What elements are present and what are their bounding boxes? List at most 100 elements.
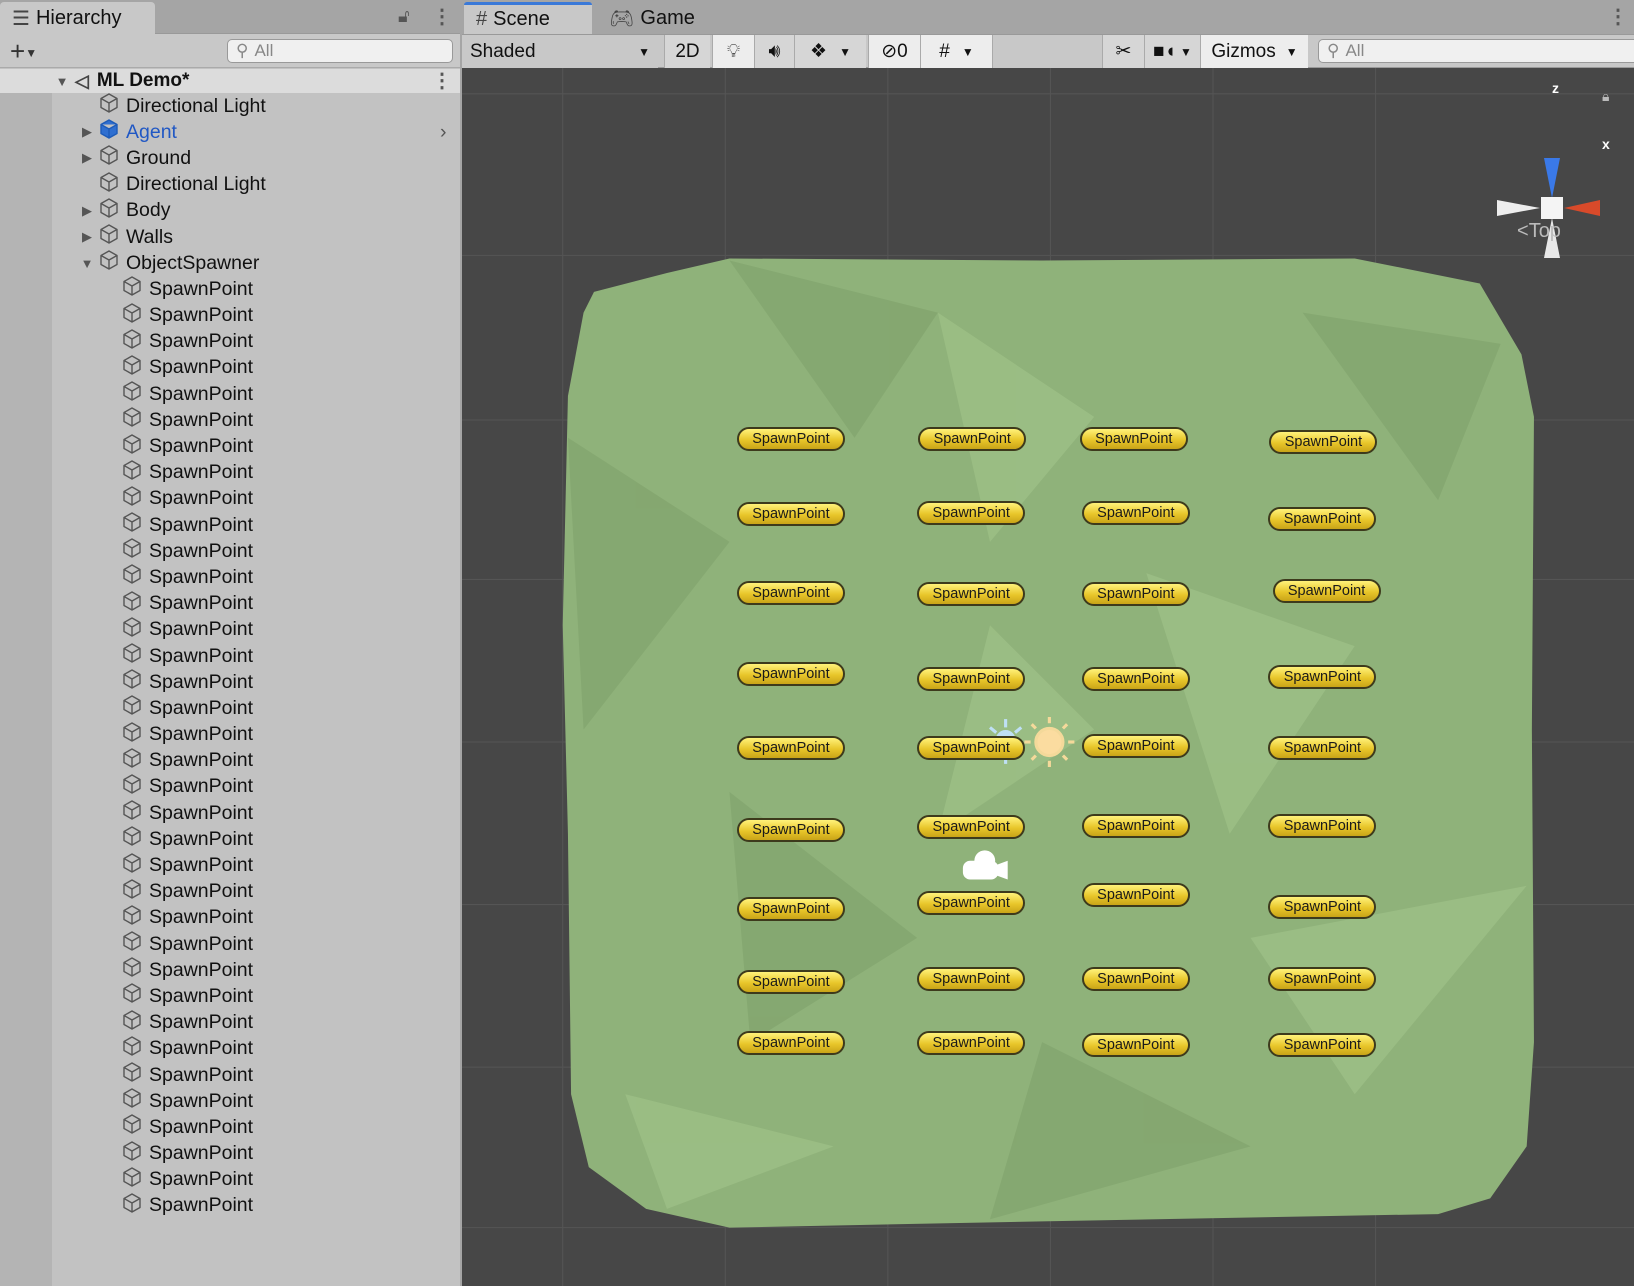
hierarchy-item-spawnpoint[interactable]: SpawnPoint [0, 669, 460, 695]
toggle-2d-button[interactable]: 2D [664, 35, 710, 68]
spawn-point-label[interactable]: SpawnPoint [1268, 665, 1377, 690]
spawn-point-label[interactable]: SpawnPoint [1268, 966, 1377, 991]
spawn-point-label[interactable]: SpawnPoint [917, 966, 1026, 991]
add-object-button[interactable]: +▼ [10, 36, 37, 67]
hierarchy-item-spawnpoint[interactable]: SpawnPoint [0, 460, 460, 486]
hierarchy-item-spawnpoint[interactable]: SpawnPoint [0, 879, 460, 905]
scene-more-menu-icon[interactable]: ⋮ [1608, 4, 1628, 29]
expand-arrow-icon[interactable]: ▼ [55, 74, 69, 89]
tab-game[interactable]: 🎮︎ Game [597, 2, 707, 34]
spawn-point-label[interactable]: SpawnPoint [1081, 581, 1190, 606]
hierarchy-item-spawnpoint[interactable]: SpawnPoint [0, 486, 460, 512]
spawn-point-label[interactable]: SpawnPoint [917, 736, 1026, 761]
spawn-point-label[interactable]: SpawnPoint [1081, 883, 1190, 908]
spawn-point-label[interactable]: SpawnPoint [917, 667, 1026, 692]
spawn-point-label[interactable]: SpawnPoint [917, 500, 1026, 525]
hierarchy-item-spawnpoint[interactable]: SpawnPoint [0, 1036, 460, 1062]
hierarchy-item-spawnpoint[interactable]: SpawnPoint [0, 983, 460, 1009]
chevron-right-icon[interactable]: › [440, 121, 447, 144]
hierarchy-item-spawnpoint[interactable]: SpawnPoint [0, 1193, 460, 1219]
spawn-point-label[interactable]: SpawnPoint [918, 426, 1027, 451]
hierarchy-item-spawnpoint[interactable]: SpawnPoint [0, 1114, 460, 1140]
lock-icon[interactable]: 🔓︎ [398, 6, 410, 27]
hierarchy-item-spawnpoint[interactable]: SpawnPoint [0, 931, 460, 957]
hierarchy-item-spawnpoint[interactable]: SpawnPoint [0, 721, 460, 748]
spawn-point-label[interactable]: SpawnPoint [917, 1031, 1026, 1056]
scene-menu-icon[interactable]: ⋮ [432, 68, 452, 93]
spawn-point-label[interactable]: SpawnPoint [736, 426, 845, 451]
spawn-point-label[interactable]: SpawnPoint [1268, 736, 1377, 761]
hierarchy-item-spawnpoint[interactable]: SpawnPoint [0, 774, 460, 800]
hierarchy-item[interactable]: ▼ ObjectSpawner [0, 250, 460, 276]
hierarchy-item-spawnpoint[interactable]: SpawnPoint [0, 355, 460, 381]
hierarchy-item-spawnpoint[interactable]: SpawnPoint [0, 748, 460, 774]
hierarchy-item-spawnpoint[interactable]: SpawnPoint [0, 276, 460, 302]
hierarchy-item[interactable]: ▶ Ground [0, 145, 460, 171]
spawn-point-label[interactable]: SpawnPoint [736, 817, 845, 842]
gizmo-lock-icon[interactable]: 🔒︎ [1602, 88, 1609, 105]
tab-scene[interactable]: # Scene [464, 2, 592, 34]
gizmos-dropdown[interactable]: Gizmos ▼ [1200, 35, 1308, 68]
hierarchy-search-input[interactable]: ⚲ All [227, 39, 453, 63]
spawn-point-label[interactable]: SpawnPoint [1268, 506, 1377, 531]
more-menu-icon[interactable]: ⋮ [432, 4, 452, 29]
spawn-point-label[interactable]: SpawnPoint [1081, 814, 1190, 839]
hierarchy-item[interactable]: Directional Light [0, 93, 460, 119]
hierarchy-item[interactable]: ▶ Walls [0, 224, 460, 250]
spawn-point-label[interactable]: SpawnPoint [1081, 1033, 1190, 1058]
camera-dropdown[interactable]: ■◖ ▼ [1144, 35, 1200, 68]
spawn-point-label[interactable]: SpawnPoint [1269, 429, 1378, 454]
hierarchy-item-spawnpoint[interactable]: SpawnPoint [0, 381, 460, 407]
spawn-point-label[interactable]: SpawnPoint [736, 501, 845, 526]
hierarchy-item-spawnpoint[interactable]: SpawnPoint [0, 1088, 460, 1114]
hierarchy-item[interactable]: ▶ Agent › [0, 119, 460, 145]
expand-arrow-icon[interactable]: ▶ [80, 124, 94, 140]
spawn-point-label[interactable]: SpawnPoint [1268, 894, 1377, 919]
spawn-point-label[interactable]: SpawnPoint [917, 815, 1026, 840]
view-label[interactable]: <Top [1517, 220, 1561, 243]
hierarchy-item-spawnpoint[interactable]: SpawnPoint [0, 617, 460, 643]
expand-arrow-icon[interactable]: ▶ [80, 203, 94, 219]
expand-arrow-icon[interactable]: ▶ [80, 229, 94, 245]
spawn-point-label[interactable]: SpawnPoint [736, 736, 845, 761]
hierarchy-item-spawnpoint[interactable]: SpawnPoint [0, 826, 460, 852]
hierarchy-item-spawnpoint[interactable]: SpawnPoint [0, 329, 460, 355]
hierarchy-item[interactable]: Directional Light [0, 171, 460, 198]
expand-arrow-icon[interactable]: ▼ [80, 256, 94, 271]
hierarchy-item-spawnpoint[interactable]: SpawnPoint [0, 512, 460, 538]
hierarchy-item-spawnpoint[interactable]: SpawnPoint [0, 538, 460, 564]
scene-search-input[interactable]: ⚲ All [1318, 39, 1634, 63]
spawn-point-label[interactable]: SpawnPoint [1081, 667, 1190, 692]
spawn-point-label[interactable]: SpawnPoint [1081, 734, 1190, 759]
spawn-point-label[interactable]: SpawnPoint [1079, 426, 1188, 451]
spawn-point-label[interactable]: SpawnPoint [1081, 966, 1190, 991]
hierarchy-item-spawnpoint[interactable]: SpawnPoint [0, 957, 460, 983]
spawn-point-label[interactable]: SpawnPoint [1268, 814, 1377, 839]
spawn-point-label[interactable]: SpawnPoint [736, 969, 845, 994]
spawn-point-label[interactable]: SpawnPoint [736, 662, 845, 687]
spawn-point-label[interactable]: SpawnPoint [736, 1031, 845, 1056]
lighting-toggle[interactable]: 💡︎ [712, 35, 754, 68]
hierarchy-item-spawnpoint[interactable]: SpawnPoint [0, 1062, 460, 1088]
orientation-gizmo[interactable] [1492, 148, 1612, 268]
spawn-point-label[interactable]: SpawnPoint [1081, 500, 1190, 525]
tab-hierarchy[interactable]: ☰ Hierarchy [0, 2, 155, 34]
hierarchy-item-spawnpoint[interactable]: SpawnPoint [0, 433, 460, 459]
scene-root-row[interactable]: ▼ ◁ ML Demo* ⋮ [0, 69, 460, 93]
hierarchy-item-spawnpoint[interactable]: SpawnPoint [0, 695, 460, 721]
scene-viewport[interactable]: SpawnPoint SpawnPoint SpawnPoint SpawnPoint… [462, 68, 1634, 1286]
spawn-point-label[interactable]: SpawnPoint [736, 896, 845, 921]
grid-snap-dropdown[interactable]: # ▼ [920, 35, 992, 68]
hierarchy-item-spawnpoint[interactable]: SpawnPoint [0, 643, 460, 669]
hierarchy-item-spawnpoint[interactable]: SpawnPoint [0, 905, 460, 931]
spawn-point-label[interactable]: SpawnPoint [917, 891, 1026, 916]
hierarchy-item-spawnpoint[interactable]: SpawnPoint [0, 564, 460, 590]
hierarchy-item-spawnpoint[interactable]: SpawnPoint [0, 1167, 460, 1193]
hierarchy-item-spawnpoint[interactable]: SpawnPoint [0, 590, 460, 617]
spawn-point-label[interactable]: SpawnPoint [1272, 578, 1381, 603]
spawn-point-label[interactable]: SpawnPoint [1268, 1033, 1377, 1058]
spawn-point-label[interactable]: SpawnPoint [736, 580, 845, 605]
spawn-point-label[interactable]: SpawnPoint [917, 581, 1026, 606]
hierarchy-item[interactable]: ▶ Body [0, 198, 460, 224]
hierarchy-item-spawnpoint[interactable]: SpawnPoint [0, 302, 460, 329]
